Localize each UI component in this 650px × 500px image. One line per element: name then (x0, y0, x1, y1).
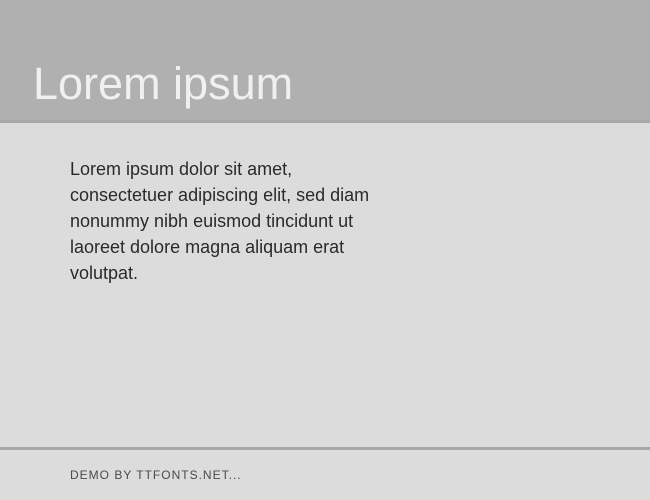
body-text: Lorem ipsum dolor sit amet, consectetuer… (70, 156, 390, 286)
page-title: Lorem ipsum (33, 58, 293, 110)
footer: DEMO BY TTFONTS.NET... (0, 450, 650, 500)
content-area: Lorem ipsum dolor sit amet, consectetuer… (0, 123, 650, 286)
header-banner: Lorem ipsum (0, 0, 650, 120)
footer-text: DEMO BY TTFONTS.NET... (70, 468, 242, 482)
